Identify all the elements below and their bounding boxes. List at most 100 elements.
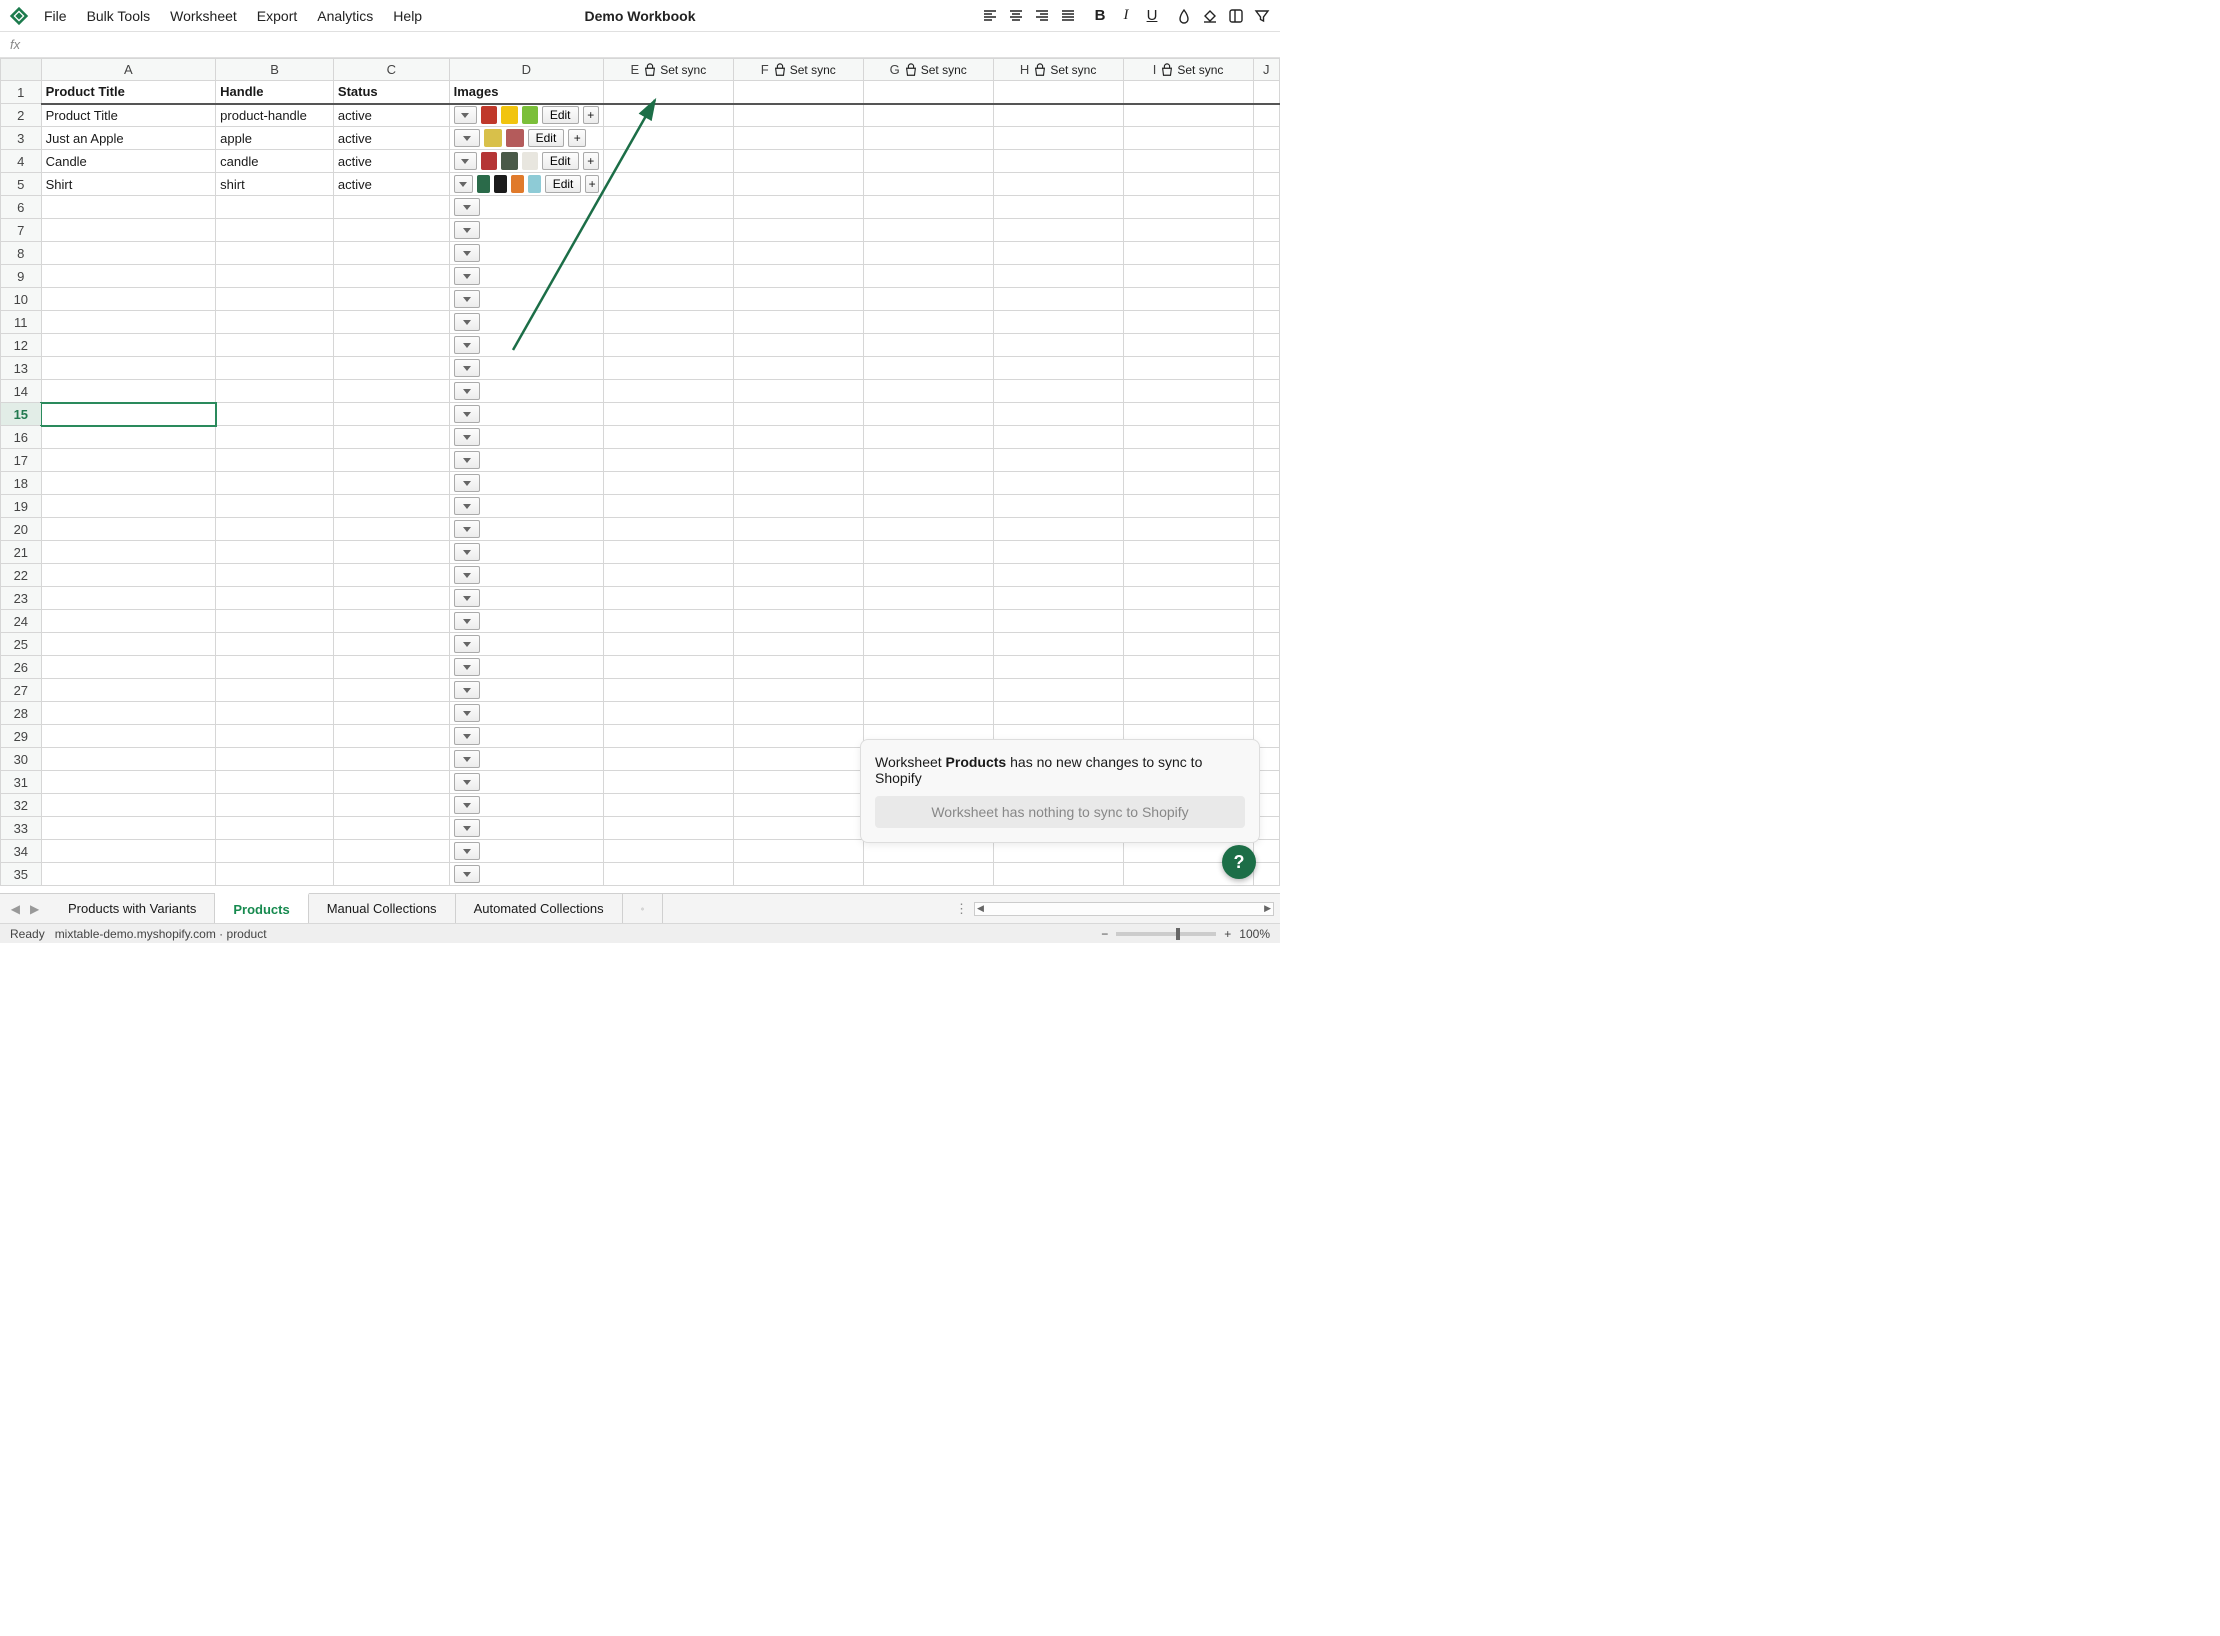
dropdown-icon[interactable] (454, 405, 480, 423)
cell[interactable] (993, 403, 1123, 426)
tab-next-icon[interactable]: ▶ (30, 902, 39, 916)
cell[interactable] (1123, 265, 1253, 288)
cell[interactable] (603, 725, 733, 748)
cell-status[interactable]: active (333, 173, 449, 196)
cell[interactable] (1253, 863, 1279, 886)
cell[interactable] (333, 541, 449, 564)
cell[interactable] (733, 357, 863, 380)
dropdown-icon[interactable] (454, 221, 480, 239)
cell-images[interactable] (449, 794, 603, 817)
row-head-18[interactable]: 18 (1, 472, 42, 495)
cell[interactable] (1123, 104, 1253, 127)
cell[interactable] (993, 541, 1123, 564)
row-head-5[interactable]: 5 (1, 173, 42, 196)
cell[interactable] (1253, 679, 1279, 702)
cell[interactable] (216, 242, 334, 265)
row-head-33[interactable]: 33 (1, 817, 42, 840)
dropdown-icon[interactable] (454, 198, 480, 216)
tabbar-menu-icon[interactable]: ⋮ (955, 901, 968, 917)
dropdown-icon[interactable] (454, 382, 480, 400)
dropdown-icon[interactable] (454, 589, 480, 607)
zoom-in-icon[interactable]: + (1224, 927, 1231, 941)
cell[interactable] (1253, 495, 1279, 518)
cell[interactable] (603, 265, 733, 288)
cell[interactable] (603, 127, 733, 150)
cell[interactable] (216, 863, 334, 886)
cell[interactable] (41, 587, 216, 610)
cell[interactable] (216, 403, 334, 426)
dropdown-icon[interactable] (454, 474, 480, 492)
cell[interactable] (41, 702, 216, 725)
filter-icon[interactable] (1252, 6, 1272, 26)
dropdown-icon[interactable] (454, 152, 478, 170)
row-head-31[interactable]: 31 (1, 771, 42, 794)
cell[interactable] (41, 357, 216, 380)
text-color-icon[interactable] (1174, 6, 1194, 26)
cell[interactable] (333, 495, 449, 518)
col-head-i[interactable]: I Set sync (1123, 59, 1253, 81)
dropdown-icon[interactable] (454, 704, 480, 722)
cell[interactable] (993, 196, 1123, 219)
cell[interactable] (1123, 173, 1253, 196)
cell-handle[interactable]: shirt (216, 173, 334, 196)
cell[interactable] (216, 426, 334, 449)
cell[interactable] (1123, 449, 1253, 472)
cell[interactable] (733, 288, 863, 311)
cell[interactable] (1253, 403, 1279, 426)
row-head-29[interactable]: 29 (1, 725, 42, 748)
row-head-21[interactable]: 21 (1, 541, 42, 564)
cell[interactable] (216, 541, 334, 564)
add-image-button[interactable]: + (568, 129, 586, 147)
cell[interactable] (1253, 334, 1279, 357)
cell-status[interactable]: active (333, 127, 449, 150)
cell[interactable] (216, 196, 334, 219)
cell[interactable] (603, 564, 733, 587)
row-head-34[interactable]: 34 (1, 840, 42, 863)
cell[interactable] (863, 449, 993, 472)
cell-images[interactable] (449, 541, 603, 564)
cell[interactable] (333, 219, 449, 242)
cell-images[interactable] (449, 403, 603, 426)
cell-title[interactable]: Product Title (41, 104, 216, 127)
cell[interactable] (41, 863, 216, 886)
dropdown-icon[interactable] (454, 244, 480, 262)
cell[interactable] (863, 472, 993, 495)
cell[interactable] (333, 265, 449, 288)
cell[interactable] (333, 794, 449, 817)
cell[interactable] (603, 449, 733, 472)
edit-button[interactable]: Edit (528, 129, 565, 147)
cell[interactable] (993, 472, 1123, 495)
cell[interactable] (333, 817, 449, 840)
toast-button[interactable]: Worksheet has nothing to sync to Shopify (875, 796, 1245, 828)
cell[interactable] (41, 725, 216, 748)
cell-images[interactable] (449, 817, 603, 840)
cell-images[interactable] (449, 771, 603, 794)
cell[interactable] (863, 587, 993, 610)
cell[interactable] (603, 633, 733, 656)
cell[interactable] (863, 403, 993, 426)
dropdown-icon[interactable] (454, 842, 480, 860)
col-head-b[interactable]: B (216, 59, 334, 81)
header-cell[interactable]: Product Title (41, 81, 216, 104)
cell[interactable] (733, 311, 863, 334)
cell[interactable] (41, 679, 216, 702)
header-cell[interactable]: Handle (216, 81, 334, 104)
cell[interactable] (733, 265, 863, 288)
cell[interactable] (1253, 449, 1279, 472)
cell[interactable] (863, 288, 993, 311)
menu-export[interactable]: Export (257, 8, 297, 24)
cell[interactable] (333, 679, 449, 702)
cell[interactable] (216, 288, 334, 311)
row-head-14[interactable]: 14 (1, 380, 42, 403)
edit-button[interactable]: Edit (542, 106, 579, 124)
row-head-28[interactable]: 28 (1, 702, 42, 725)
header-cell[interactable] (733, 81, 863, 104)
cell-images[interactable]: Edit+ (449, 127, 603, 150)
cell[interactable] (216, 679, 334, 702)
cell[interactable] (863, 311, 993, 334)
cell[interactable] (993, 357, 1123, 380)
cell[interactable] (603, 518, 733, 541)
cell[interactable] (863, 219, 993, 242)
cell[interactable] (333, 656, 449, 679)
row-head-30[interactable]: 30 (1, 748, 42, 771)
